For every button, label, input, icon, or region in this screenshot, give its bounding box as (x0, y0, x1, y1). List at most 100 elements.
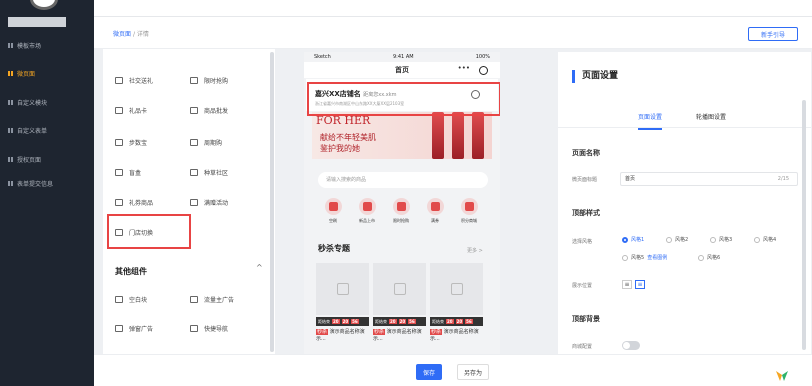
align-left-icon[interactable]: ≡ (622, 280, 632, 289)
page-title-input[interactable]: 首页 2/15 (620, 172, 798, 186)
radio-circle (622, 254, 628, 261)
seckill-title: 秒杀专题 (318, 244, 350, 253)
product-name: 秒杀 演示商品名称演示... (430, 329, 483, 343)
component-item[interactable]: 限时抢购 (190, 73, 228, 87)
category-icon (392, 198, 410, 215)
component-item[interactable]: 弹窗广告 (115, 321, 153, 335)
other-components-title: 其他组件 (115, 267, 147, 276)
component-panel-scrollbar[interactable] (270, 52, 274, 352)
breadcrumb-text: 微页面 / 详情 (113, 29, 149, 38)
cycle-icon (190, 138, 198, 146)
category-item[interactable]: 新品上市 (356, 198, 378, 224)
sidebar-item-micro-page[interactable]: 微页面 (0, 66, 94, 80)
component-item[interactable]: 周期购 (190, 135, 222, 149)
countdown-label: 距结束 (375, 318, 387, 324)
save-as-button-label: 另存为 (463, 369, 482, 377)
style-radio-1[interactable]: 风格1 (622, 236, 644, 243)
sidebar-item-auth-page[interactable]: 授权页面 (0, 152, 94, 166)
sidebar-item-custom-form[interactable]: 自定义表单 (0, 123, 94, 137)
breadcrumb-current: 详情 (136, 31, 149, 38)
category-item[interactable]: 满券 (424, 198, 446, 224)
category-label: 积分商城 (461, 218, 477, 223)
nav-icon (190, 324, 198, 332)
style-radio-6[interactable]: 风格6 (698, 254, 720, 261)
countdown-seconds: 56 (351, 319, 359, 324)
sidebar-item-form-submissions[interactable]: 表单提交信息 (0, 176, 94, 190)
community-icon (190, 168, 198, 176)
banner[interactable]: FOR HER 献给不年轻美肌 鉴护我的她 (312, 112, 492, 159)
component-item[interactable]: 商品批发 (190, 103, 228, 117)
component-item[interactable]: 盲盒 (115, 165, 141, 179)
category-item[interactable]: 积分商城 (458, 198, 480, 224)
countdown-hours: 20 (446, 319, 454, 324)
style-radio-3[interactable]: 风格3 (710, 236, 732, 243)
top-background-section: 顶部背景 (572, 315, 600, 323)
battery-label: 100% (475, 54, 490, 60)
guide-button[interactable]: 新手引导 (748, 27, 798, 41)
seckill-badge: 秒杀 (430, 329, 443, 335)
countdown-tag: 距结束 20 20 56 (316, 317, 369, 326)
style-radio-5[interactable]: 风格5 查看图例 (622, 254, 667, 261)
component-item[interactable]: 礼券商品 (115, 195, 153, 209)
component-item[interactable]: 种草社区 (190, 165, 228, 179)
chevron-up-icon[interactable]: ^ (256, 263, 263, 272)
banner-line1: 献给不年轻美肌 (320, 133, 376, 142)
product-card[interactable]: 距结束 20 20 56 秒杀 演示商品名称演示... (373, 263, 426, 353)
align-center-icon[interactable]: ≡ (635, 280, 645, 289)
product-name: 秒杀 演示商品名称演示... (373, 329, 426, 343)
component-item[interactable]: 快捷导航 (190, 321, 228, 335)
sidebar-item-label: 授权页面 (17, 156, 42, 164)
component-item[interactable]: 社交送礼 (115, 73, 153, 87)
style-radio-4[interactable]: 风格4 (754, 236, 776, 243)
category-label: 满券 (431, 218, 439, 223)
product-card[interactable]: 距结束 20 20 56 秒杀 演示商品名称演示... (430, 263, 483, 353)
search-input[interactable]: 请输入搜索的商品 (318, 172, 488, 188)
component-item[interactable]: 满赠活动 (190, 195, 228, 209)
sidebar-item-custom-module[interactable]: 自定义模块 (0, 95, 94, 109)
save-button[interactable]: 保存 (416, 364, 442, 380)
style-label: 选择风格 (572, 239, 593, 245)
more-link[interactable]: 更多 > (467, 247, 483, 254)
card-icon (115, 106, 123, 114)
brand-name-placeholder (8, 17, 66, 27)
sidebar-item-label: 自定义模块 (17, 99, 48, 107)
target-icon (479, 66, 488, 75)
background-toggle[interactable] (622, 341, 640, 350)
component-item[interactable]: 礼品卡 (115, 103, 147, 117)
settings-scrollbar[interactable] (802, 100, 806, 350)
component-label: 社交送礼 (129, 77, 154, 85)
settings-tabs: 页面设置 轮播图设置 (558, 104, 811, 130)
category-item[interactable]: 空刷 (322, 198, 344, 224)
product-card[interactable]: 距结束 20 20 56 秒杀 演示商品名称演示... (316, 263, 369, 353)
sidebar-item-template-market[interactable]: 模板市场 (0, 38, 94, 52)
component-label: 限时抢购 (204, 77, 229, 85)
grid-icon (8, 180, 13, 186)
banner-line2: 鉴护我的她 (320, 144, 360, 153)
settings-title: 页面设置 (572, 70, 618, 83)
component-item[interactable]: 流量主广告 (190, 292, 234, 306)
style-radio-2[interactable]: 风格2 (666, 236, 688, 243)
breadcrumb-home-link[interactable]: 微页面 (113, 31, 131, 38)
tab-carousel-settings[interactable]: 轮播图设置 (696, 112, 726, 121)
component-item[interactable]: 步数宝 (115, 135, 147, 149)
page-name-section: 页面名称 (572, 149, 600, 157)
assistant-icon[interactable] (774, 369, 790, 383)
product-image-placeholder (430, 263, 483, 315)
component-label: 盲盒 (129, 169, 142, 177)
countdown-minutes: 20 (341, 319, 350, 324)
category-label: 新品上市 (359, 218, 375, 223)
sidebar: 模板市场 微页面 自定义模块 自定义表单 授权页面 表单提交信息 (0, 0, 94, 386)
component-label: 空白块 (129, 296, 148, 304)
countdown-hours: 20 (389, 319, 397, 324)
sidebar-item-label: 微页面 (17, 70, 36, 78)
coupon-icon (115, 198, 123, 206)
top-bar (94, 0, 812, 17)
sidebar-item-label: 表单提交信息 (17, 180, 54, 188)
countdown-hours: 20 (332, 319, 340, 324)
component-item[interactable]: 空白块 (115, 292, 147, 306)
save-as-button[interactable]: 另存为 (457, 364, 489, 380)
category-item[interactable]: 限时抢购 (390, 198, 412, 224)
countdown-minutes: 20 (398, 319, 407, 324)
view-example-link[interactable]: 查看图例 (647, 254, 667, 261)
tab-page-settings[interactable]: 页面设置 (638, 112, 663, 130)
